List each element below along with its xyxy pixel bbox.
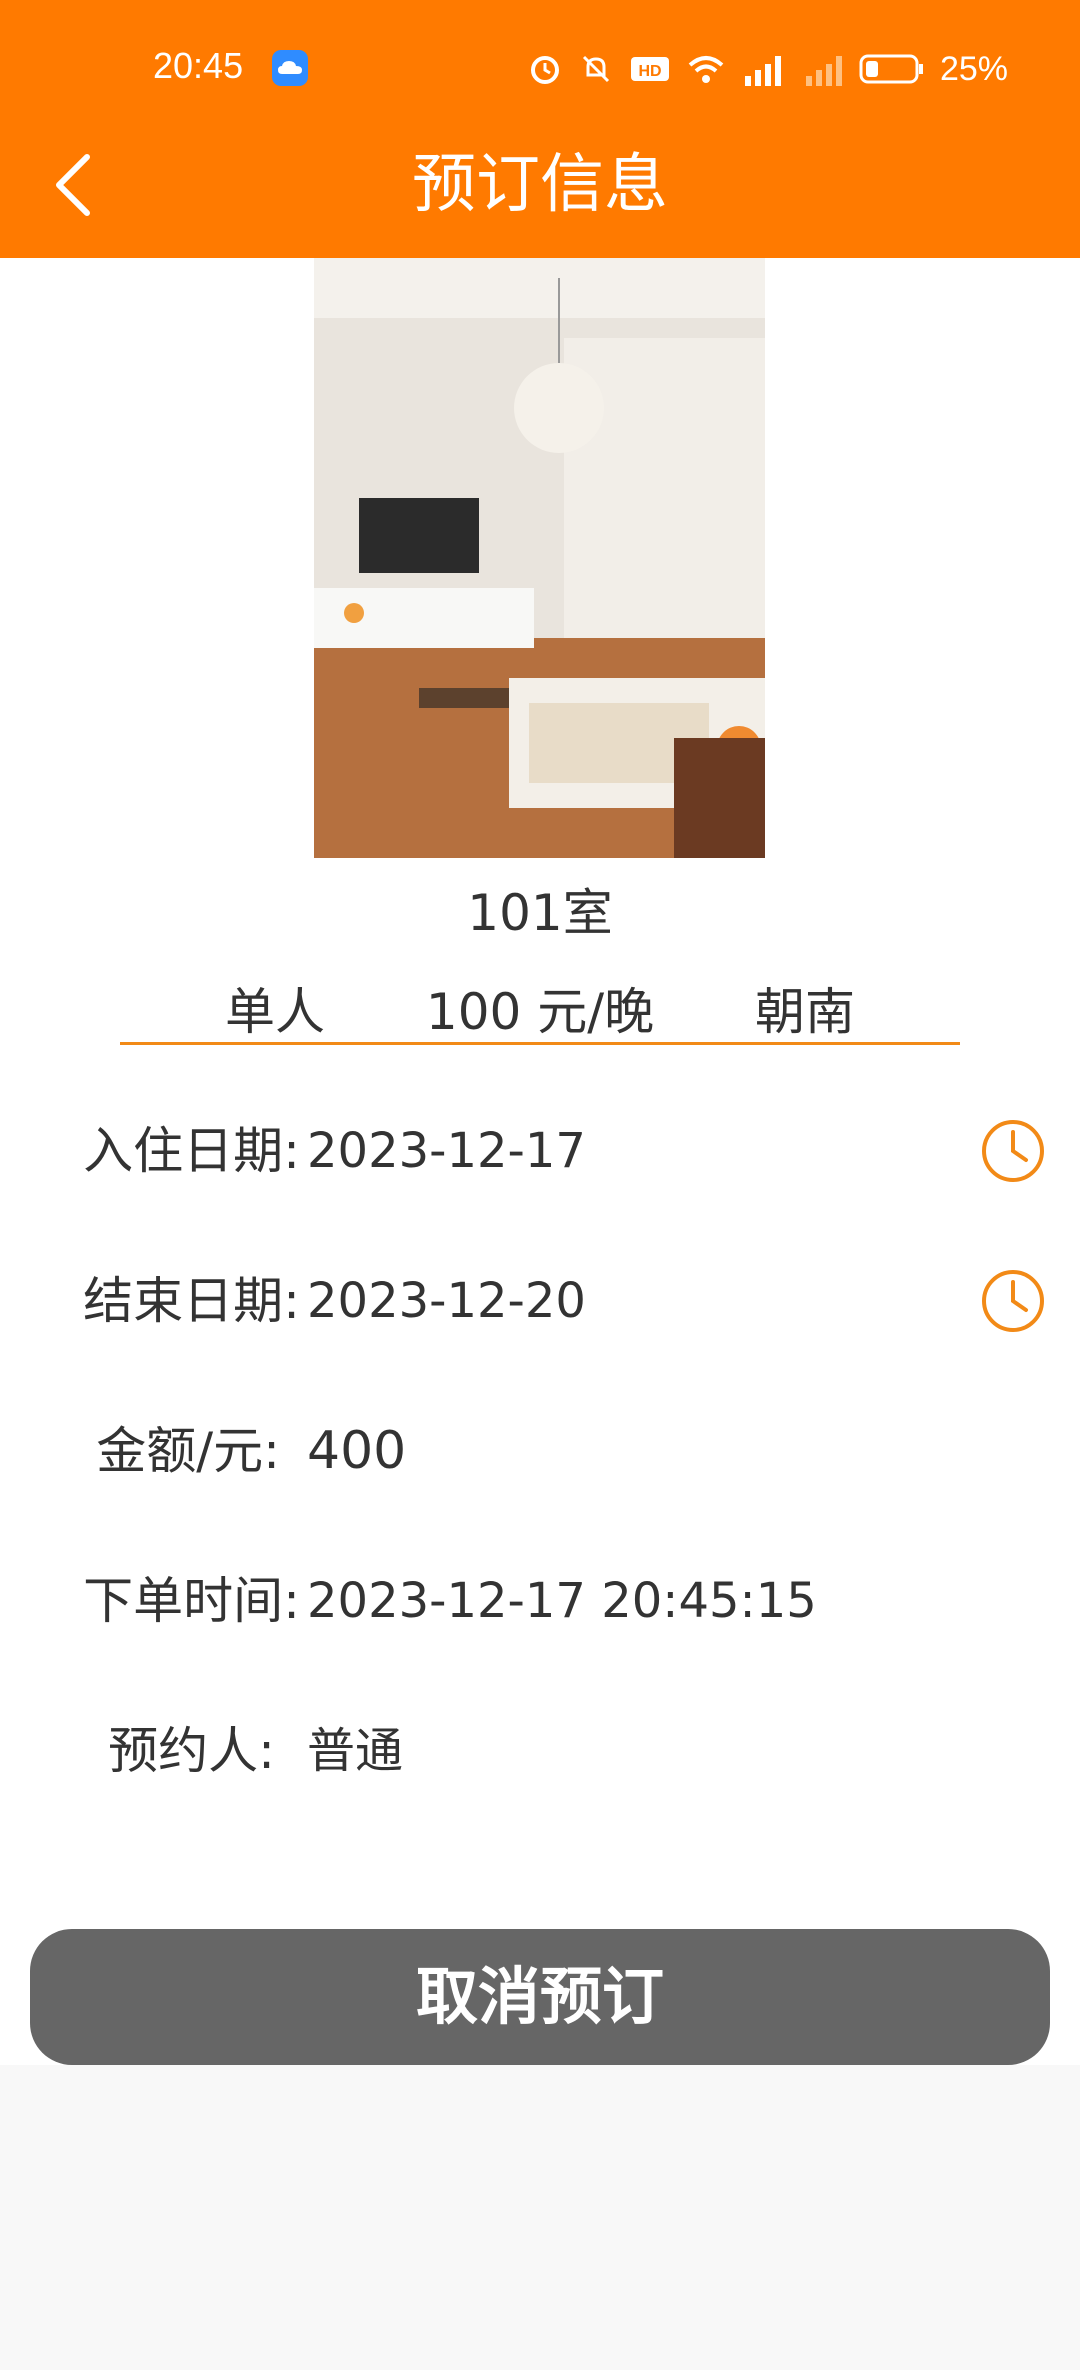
room-meta: 单人 100 元/晚 朝南 bbox=[120, 963, 960, 1053]
checkout-clock-icon[interactable] bbox=[980, 1268, 1046, 1334]
booking-content: 101室 单人 100 元/晚 朝南 入住日期: 2023-12-17 结束日期… bbox=[0, 258, 1080, 2065]
room-name: 101室 bbox=[467, 884, 613, 942]
room-price: 100 元/晚 bbox=[425, 983, 655, 1041]
order-time-value: 2023-12-17 20:45:15 bbox=[307, 1573, 817, 1629]
checkout-value: 2023-12-20 bbox=[307, 1273, 586, 1329]
checkin-clock-icon[interactable] bbox=[980, 1118, 1046, 1184]
cancel-booking-button[interactable]: 取消预订 bbox=[30, 1929, 1050, 2065]
svg-text:HD: HD bbox=[638, 63, 661, 80]
booker-label: 预约人: bbox=[108, 1722, 275, 1780]
room-divider bbox=[120, 1042, 960, 1045]
status-time: 20:45 bbox=[153, 45, 244, 86]
status-bar: 20:45 HD 25% bbox=[0, 0, 1080, 130]
signal-icon bbox=[805, 56, 842, 86]
wifi-icon bbox=[688, 56, 724, 83]
order-time-row: 下单时间: 2023-12-17 20:45:15 bbox=[0, 1546, 1080, 1656]
amount-row: 金额/元: 400 bbox=[0, 1396, 1080, 1506]
amount-value: 400 bbox=[307, 1421, 407, 1481]
room-photo bbox=[314, 258, 765, 858]
signal-4g-icon bbox=[744, 56, 781, 86]
alarm-icon bbox=[530, 56, 559, 84]
page-title: 预订信息 bbox=[412, 148, 668, 222]
room-type: 单人 bbox=[225, 983, 325, 1041]
checkin-row: 入住日期: 2023-12-17 bbox=[0, 1096, 1080, 1206]
battery-percent: 25% bbox=[939, 49, 1008, 88]
app-bar: 20:45 HD 25% 预订信息 bbox=[0, 0, 1080, 258]
order-time-label: 下单时间: bbox=[83, 1572, 300, 1630]
amount-label: 金额/元: bbox=[96, 1422, 280, 1480]
room-orientation: 朝南 bbox=[755, 983, 855, 1041]
status-icons: HD 25% bbox=[527, 47, 1008, 91]
checkout-label: 结束日期: bbox=[83, 1272, 300, 1330]
battery-icon bbox=[859, 54, 923, 84]
cloud-app-icon bbox=[272, 50, 308, 86]
booker-value: 普通 bbox=[307, 1723, 404, 1779]
hd-icon: HD bbox=[630, 57, 669, 81]
checkin-label: 入住日期: bbox=[83, 1122, 300, 1180]
checkout-row: 结束日期: 2023-12-20 bbox=[0, 1246, 1080, 1356]
booker-row: 预约人: 普通 bbox=[0, 1696, 1080, 1806]
checkin-value: 2023-12-17 bbox=[307, 1123, 586, 1179]
mute-icon bbox=[582, 55, 609, 83]
